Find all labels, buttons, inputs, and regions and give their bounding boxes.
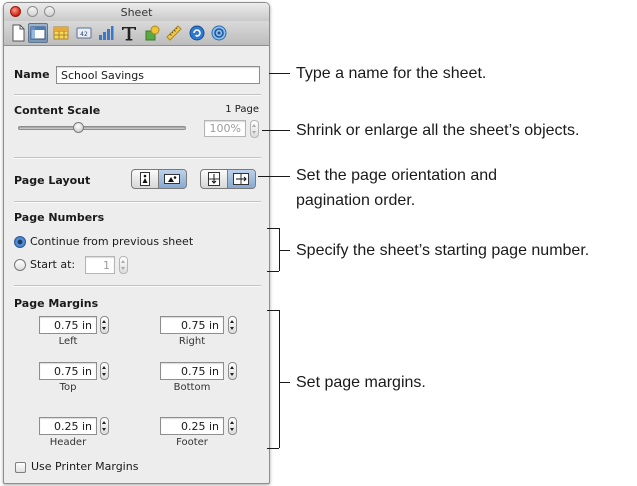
bottom-margin-field[interactable]: 0.75 in xyxy=(160,362,224,380)
continue-radio-label: Continue from previous sheet xyxy=(30,235,194,248)
landscape-icon xyxy=(164,174,181,184)
horizontal-order-icon xyxy=(233,173,250,185)
left-caption: Left xyxy=(58,336,78,347)
slider-knob[interactable] xyxy=(72,122,84,133)
divider xyxy=(14,285,261,287)
svg-text:42: 42 xyxy=(80,31,88,38)
footer-margin-stepper[interactable] xyxy=(228,417,237,435)
margins-callout-line xyxy=(279,382,290,383)
down-then-over-button[interactable] xyxy=(201,170,227,188)
zoom-stepper[interactable] xyxy=(250,120,259,138)
margins-bracket-bottom xyxy=(267,448,279,449)
ruler-icon[interactable] xyxy=(164,23,184,43)
use-printer-margins-label: Use Printer Margins xyxy=(31,460,139,473)
orientation-control xyxy=(131,169,187,189)
right-margin-stepper[interactable] xyxy=(228,316,237,334)
left-margin-field[interactable]: 0.75 in xyxy=(39,316,97,334)
inspector-toolbar: 42 xyxy=(4,21,269,46)
page-layout-label: Page Layout xyxy=(14,174,91,187)
top-caption: Top xyxy=(59,382,77,393)
footer-margin-field[interactable]: 0.25 in xyxy=(160,417,224,435)
title-bar[interactable]: Sheet xyxy=(4,3,269,21)
zoom-field[interactable]: 100% xyxy=(204,120,246,137)
margins-callout-text: Set page margins. xyxy=(296,374,426,391)
bottom-margin-stepper[interactable] xyxy=(228,362,237,380)
top-margin-stepper[interactable] xyxy=(100,362,109,380)
name-callout-line xyxy=(269,73,290,74)
footer-caption: Footer xyxy=(176,437,208,448)
use-printer-margins-checkbox[interactable] xyxy=(15,462,26,473)
header-margin-field[interactable]: 0.25 in xyxy=(39,417,97,435)
margins-bracket-top xyxy=(267,310,279,311)
divider xyxy=(14,201,261,203)
start-page-field[interactable]: 1 xyxy=(85,256,115,274)
vertical-order-icon xyxy=(207,172,220,186)
page-order-control xyxy=(200,169,256,189)
header-margin-stepper[interactable] xyxy=(100,417,109,435)
portrait-icon xyxy=(139,172,150,186)
top-margin-field[interactable]: 0.75 in xyxy=(39,362,97,380)
layout-callout-line xyxy=(258,176,290,177)
continue-radio[interactable] xyxy=(14,236,26,248)
numbers-callout-text: Specify the sheet’s starting page number… xyxy=(296,242,590,259)
start-at-radio[interactable] xyxy=(14,259,26,271)
chart-icon[interactable] xyxy=(96,23,116,43)
left-margin-stepper[interactable] xyxy=(100,316,109,334)
layout-callout-text-1: Set the page orientation and xyxy=(296,167,498,184)
bottom-caption: Bottom xyxy=(173,382,211,393)
table-icon[interactable] xyxy=(51,23,71,43)
scale-callout-line xyxy=(262,130,290,131)
start-at-label: Start at: xyxy=(30,258,76,271)
landscape-button[interactable] xyxy=(157,170,186,188)
numbers-bracket-top xyxy=(267,228,279,229)
sheet-name-input[interactable]: School Savings xyxy=(56,66,260,84)
scale-callout-text: Shrink or enlarge all the sheet’s object… xyxy=(296,122,580,139)
sheet-icon[interactable] xyxy=(28,23,48,43)
window-title: Sheet xyxy=(120,6,153,19)
numbers-bracket-bottom xyxy=(267,271,279,272)
inspector-window: Sheet 42 Name School Savings Content Sca… xyxy=(3,2,270,484)
divider xyxy=(14,157,261,159)
info-icon[interactable] xyxy=(209,23,229,43)
layout-callout-text-2: pagination order. xyxy=(296,192,416,209)
name-label: Name xyxy=(14,68,50,81)
numbers-callout-line xyxy=(279,250,290,251)
portrait-button[interactable] xyxy=(132,170,158,188)
over-then-down-button[interactable] xyxy=(226,170,255,188)
name-callout-text: Type a name for the sheet. xyxy=(296,65,487,82)
content-scale-slider[interactable] xyxy=(18,126,186,130)
sheet-inspector-panel: Name School Savings Content Scale 1 Page… xyxy=(14,54,261,479)
link-icon[interactable] xyxy=(187,23,207,43)
page-margins-label: Page Margins xyxy=(14,297,99,310)
header-caption: Header xyxy=(49,437,87,448)
shape-icon[interactable] xyxy=(142,23,162,43)
page-count-text: 1 Page xyxy=(225,104,259,115)
format-icon[interactable]: 42 xyxy=(74,23,94,43)
document-icon[interactable] xyxy=(8,23,28,43)
right-caption: Right xyxy=(178,336,206,347)
text-icon[interactable] xyxy=(119,23,139,43)
margins-bracket xyxy=(279,310,280,448)
start-page-stepper[interactable] xyxy=(119,256,128,274)
content-scale-label: Content Scale xyxy=(14,104,101,117)
divider xyxy=(14,94,261,96)
right-margin-field[interactable]: 0.75 in xyxy=(160,316,224,334)
page-numbers-label: Page Numbers xyxy=(14,211,105,224)
